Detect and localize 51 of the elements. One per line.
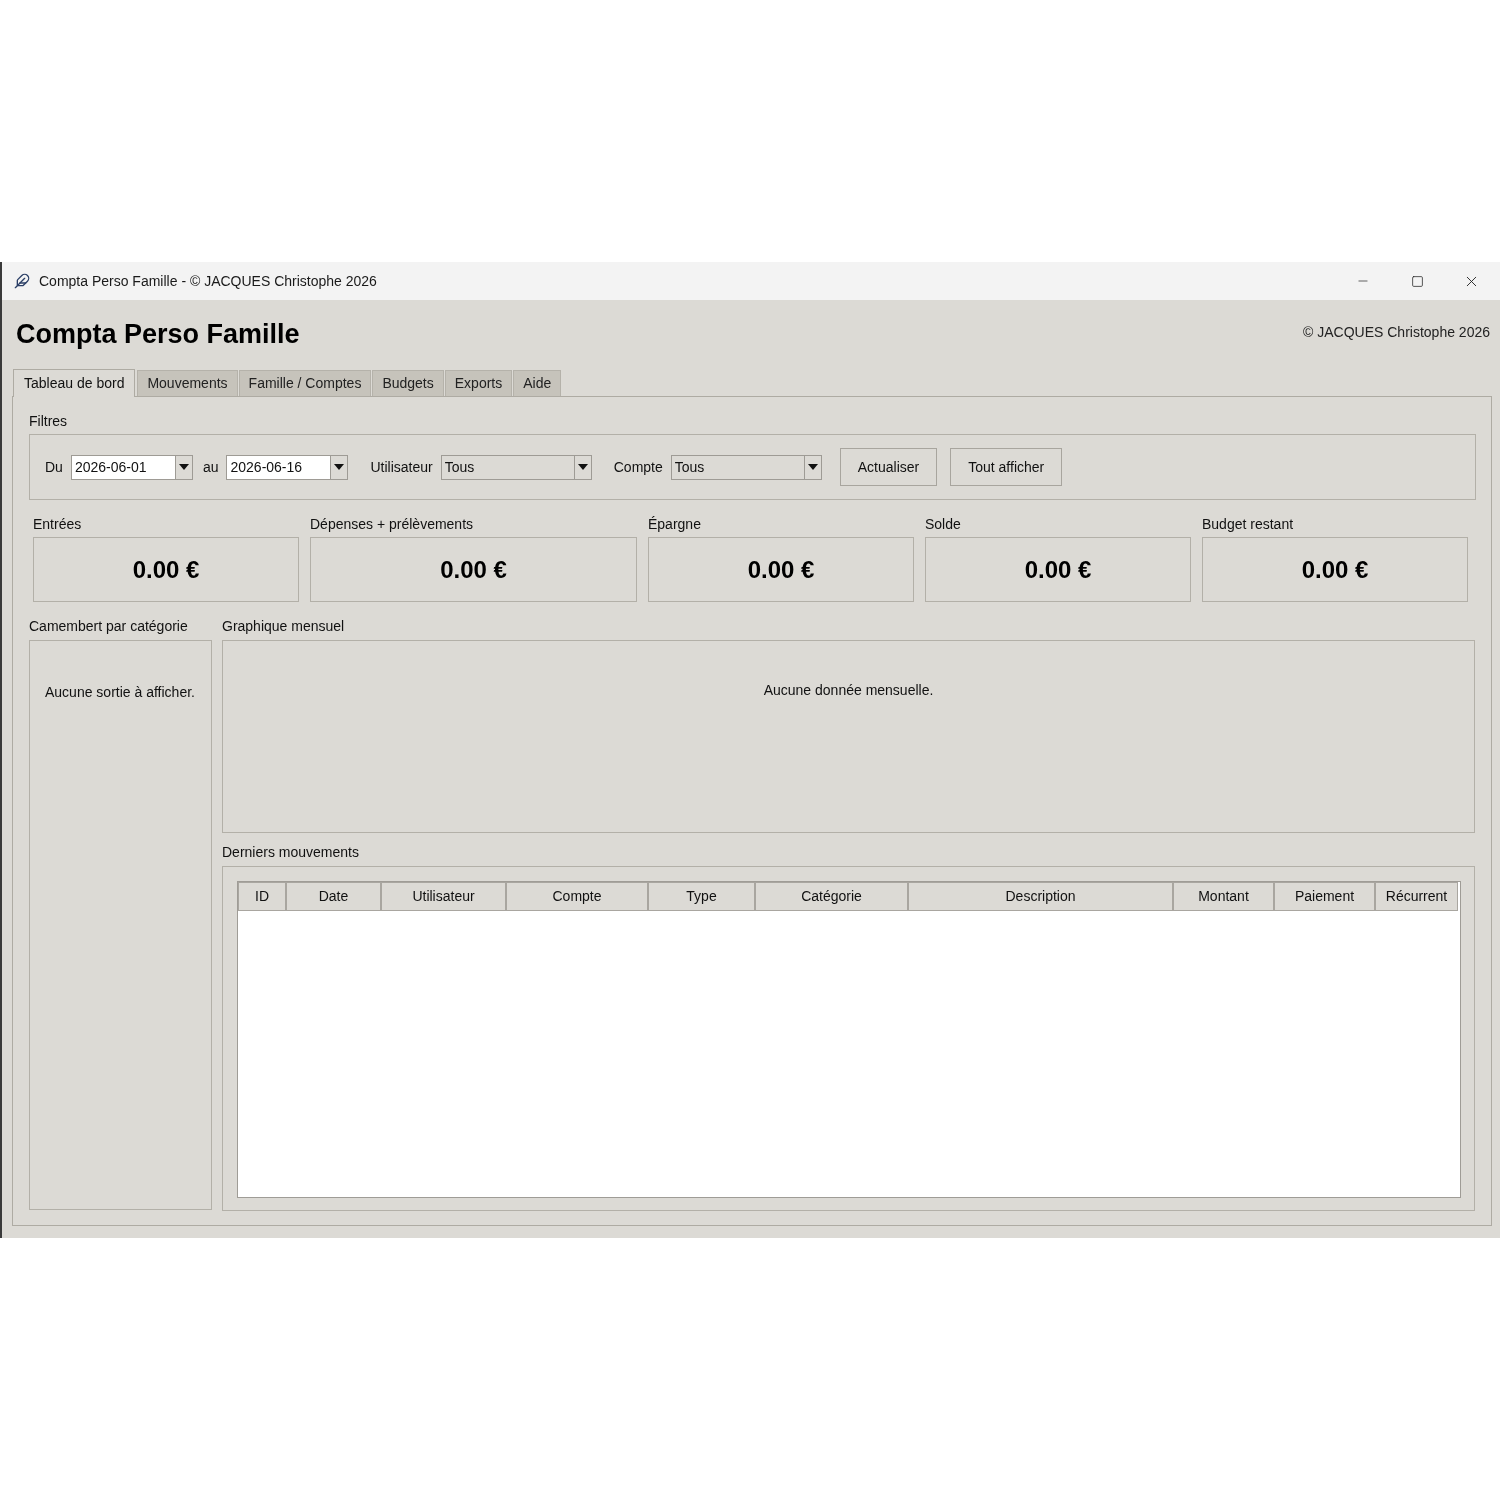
column-header[interactable]: Paiement — [1274, 882, 1375, 911]
card-label: Entrées — [33, 516, 83, 533]
feather-icon — [14, 272, 30, 290]
section-label: Camembert par catégorie — [29, 618, 189, 635]
amount-value: 0.00 € — [132, 554, 200, 585]
caret-icon — [334, 464, 345, 470]
date-field[interactable]: 2026-06-01 — [70, 454, 193, 480]
column-header[interactable]: Catégorie — [755, 882, 908, 911]
empty-message: Aucune sortie à afficher. — [45, 684, 195, 700]
dropdown-field[interactable]: Tous — [440, 454, 592, 480]
action-button[interactable]: Tout afficher — [950, 448, 1063, 486]
column-header[interactable]: Compte — [506, 882, 648, 911]
column-header[interactable]: Type — [648, 882, 755, 911]
app-heading: Compta Perso Famille — [16, 317, 300, 351]
tab[interactable]: Aide — [513, 370, 562, 396]
column-header[interactable]: Montant — [1173, 882, 1274, 911]
copyright-text: © JACQUES Christophe 2026 — [1303, 322, 1490, 342]
field-label: Du — [45, 457, 63, 477]
tab[interactable]: Tableau de bord — [13, 369, 136, 397]
caret-icon — [577, 464, 588, 470]
column-header[interactable]: Utilisateur — [381, 882, 506, 911]
amount-value: 0.00 € — [440, 554, 507, 585]
column-header[interactable]: Description — [908, 882, 1173, 911]
tab[interactable]: Famille / Comptes — [238, 370, 372, 396]
field-label: Compte — [613, 457, 663, 477]
caret-icon — [178, 464, 189, 470]
card-label: Dépenses + prélèvements — [310, 516, 475, 533]
field-label: Utilisateur — [370, 457, 433, 477]
card-label: Épargne — [648, 516, 702, 533]
caret-icon — [807, 464, 818, 470]
card-label: Solde — [925, 516, 962, 533]
column-header[interactable]: ID — [238, 882, 286, 911]
empty-message: Aucune donnée mensuelle. — [763, 681, 934, 697]
column-header[interactable]: Récurrent — [1375, 882, 1458, 911]
field-label: au — [202, 457, 219, 477]
date-field[interactable]: 2026-06-16 — [226, 454, 349, 480]
section-label: Derniers mouvements — [222, 844, 360, 861]
amount-value: 0.00 € — [1301, 554, 1369, 585]
dropdown-field[interactable]: Tous — [670, 454, 822, 480]
section-label: Filtres — [29, 413, 69, 430]
tab[interactable]: Mouvements — [137, 370, 238, 396]
card-label: Budget restant — [1202, 516, 1295, 533]
tab[interactable]: Budgets — [372, 370, 444, 396]
maximize-icon — [1410, 274, 1424, 288]
amount-value: 0.00 € — [747, 554, 815, 585]
amount-value: 0.00 € — [1024, 554, 1092, 585]
window-title: Compta Perso Famille - © JACQUES Christophe 2026 — [39, 271, 377, 291]
tab[interactable]: Exports — [444, 370, 513, 396]
section-label: Graphique mensuel — [222, 618, 346, 635]
action-button[interactable]: Actualiser — [839, 448, 938, 486]
column-header[interactable]: Date — [286, 882, 381, 911]
